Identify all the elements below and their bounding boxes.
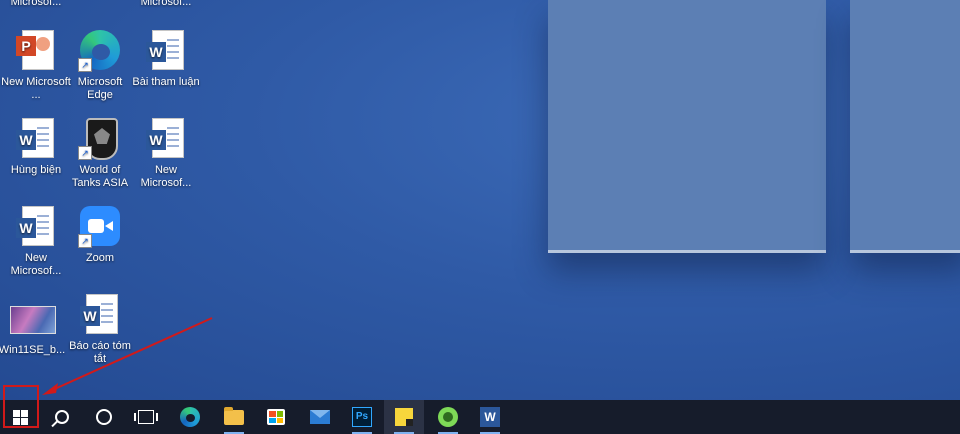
word-file-icon: W (78, 292, 122, 336)
desktop-icon-label: Microsof... (10, 0, 62, 8)
desktop-icon-new-word-1[interactable]: W New Microsof... (130, 116, 202, 190)
search-icon (55, 410, 69, 424)
taskbar-word-button[interactable]: W (470, 400, 510, 434)
desktop-icon-hung-bien[interactable]: W Hùng biện (0, 116, 72, 177)
desktop-icon-label: New Microsoft ... (1, 76, 71, 101)
desktop-icon-label: Microsoft Edge (77, 76, 123, 101)
desktop-icon-microsoft-edge[interactable]: ↗ Microsoft Edge (64, 28, 136, 102)
desktop-icon-bao-cao-tom-tat[interactable]: W Báo cáo tóm tắt (64, 292, 136, 366)
window-preview-panel (548, 0, 826, 253)
window-preview-panel-2 (850, 0, 960, 253)
photoshop-icon: Ps (352, 407, 372, 427)
taskbar: Ps W (0, 400, 960, 434)
taskbar-mail-button[interactable] (300, 400, 340, 434)
sticky-notes-icon (395, 408, 413, 426)
desktop-icon-new-word-2[interactable]: W New Microsof... (0, 204, 72, 278)
taskbar-edge-button[interactable] (170, 400, 210, 434)
word-file-icon: W (144, 28, 188, 72)
taskbar-store-button[interactable] (256, 400, 296, 434)
desktop-icon-partial[interactable]: Microsof... (0, 0, 72, 9)
word-file-icon: W (144, 116, 188, 160)
edge-icon (180, 407, 200, 427)
greenshot-icon (438, 407, 458, 427)
desktop-icon-label: Win11SE_b... (0, 344, 66, 356)
image-file-icon (10, 296, 56, 340)
store-icon (267, 409, 285, 425)
mail-icon (310, 410, 330, 424)
world-of-tanks-icon: ↗ (78, 116, 122, 160)
word-file-icon: W (14, 116, 58, 160)
desktop-icon-zoom[interactable]: ↗ Zoom (64, 204, 136, 265)
desktop-icon-bai-tham-luan[interactable]: W Bài tham luận (130, 28, 202, 89)
taskbar-sticky-notes-button[interactable] (384, 400, 424, 434)
cortana-circle-icon (96, 409, 112, 425)
search-button[interactable] (42, 400, 82, 434)
desktop-icon-label: Zoom (85, 252, 115, 264)
shortcut-arrow-icon: ↗ (78, 234, 92, 248)
desktop-icon-label: New Microsof... (140, 164, 192, 189)
edge-icon: ↗ (78, 28, 122, 72)
word-icon: W (480, 407, 500, 427)
desktop-icon-label: Microsof... (140, 0, 192, 8)
taskbar-file-explorer-button[interactable] (214, 400, 254, 434)
desktop-icon-win11se[interactable]: Win11SE_b... (0, 296, 68, 357)
shortcut-arrow-icon: ↗ (78, 58, 92, 72)
folder-icon (224, 406, 244, 425)
desktop-icon-label: World of Tanks ASIA (71, 164, 129, 189)
shortcut-arrow-icon: ↗ (78, 146, 92, 160)
task-view-icon (134, 410, 158, 424)
desktop: Microsof... Microsof... P New Microsoft … (0, 0, 960, 400)
cortana-button[interactable] (84, 400, 124, 434)
task-view-button[interactable] (126, 400, 166, 434)
start-button-highlight-box (3, 385, 39, 428)
powerpoint-file-icon: P (14, 28, 58, 72)
desktop-icon-partial[interactable]: Microsof... (130, 0, 202, 9)
desktop-icon-label: Báo cáo tóm tắt (69, 340, 131, 365)
taskbar-photoshop-button[interactable]: Ps (342, 400, 382, 434)
taskbar-greenshot-button[interactable] (428, 400, 468, 434)
desktop-icon-new-powerpoint[interactable]: P New Microsoft ... (0, 28, 72, 102)
word-file-icon: W (14, 204, 58, 248)
desktop-icon-label: New Microsof... (10, 252, 62, 277)
desktop-icon-label: Bài tham luận (132, 76, 200, 88)
desktop-icon-label: Hùng biện (10, 164, 62, 176)
desktop-icon-world-of-tanks[interactable]: ↗ World of Tanks ASIA (64, 116, 136, 190)
zoom-icon: ↗ (78, 204, 122, 248)
